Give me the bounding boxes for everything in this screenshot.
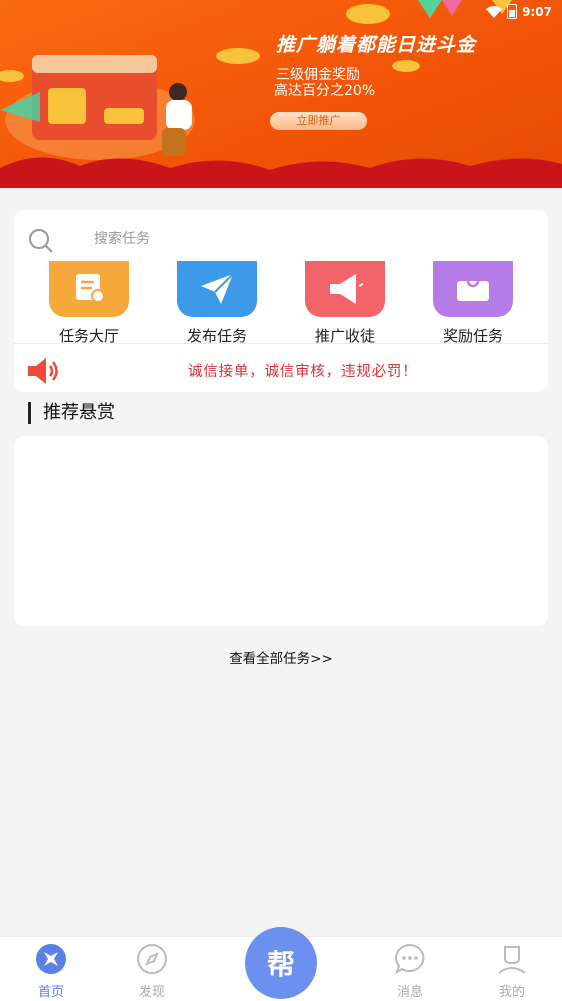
search-input[interactable]: 搜索任务 xyxy=(94,228,150,248)
status-time: 9:07 xyxy=(522,4,552,19)
wifi-icon xyxy=(486,5,503,18)
view-all-tasks-link[interactable]: 查看全部任务>> xyxy=(0,647,562,667)
chat-icon xyxy=(395,943,425,975)
nav-label: 发现 xyxy=(138,985,165,1000)
banner-subtitle-2: 高达百分之20% xyxy=(274,83,376,99)
category-task-hall[interactable]: 任务大厅 xyxy=(34,261,144,343)
speaker-icon xyxy=(28,358,58,384)
category-promote[interactable]: 推广收徒 xyxy=(290,261,400,343)
nav-item-discover[interactable]: 发现 xyxy=(120,943,184,1000)
home-icon xyxy=(36,944,66,974)
battery-icon xyxy=(507,4,518,19)
compass-icon xyxy=(137,944,167,974)
help-center-button[interactable]: 帮 xyxy=(245,927,317,999)
category-publish-task[interactable]: 发布任务 xyxy=(162,261,272,343)
nav-item-messages[interactable]: 消息 xyxy=(378,943,442,1000)
task-menu-card: 搜索任务 任务大厅 发布任务 推广收徒 奖励任务 诚信接单，诚信审核，违规必罚！ xyxy=(14,210,548,392)
section-title: 推荐悬赏 xyxy=(28,402,115,424)
category-reward-task[interactable]: 奖励任务 xyxy=(418,261,528,343)
category-label: 任务大厅 xyxy=(58,327,119,343)
category-label: 推广收徒 xyxy=(314,327,375,343)
document-icon xyxy=(49,261,129,317)
category-label: 发布任务 xyxy=(186,327,247,343)
gift-icon xyxy=(433,261,513,317)
nav-item-home[interactable]: 首页 xyxy=(19,943,83,1000)
category-label: 奖励任务 xyxy=(442,327,503,343)
nav-label: 消息 xyxy=(396,985,423,1000)
status-bar: 9:07 xyxy=(486,4,552,19)
promote-now-button[interactable]: 立即推广 xyxy=(270,112,367,130)
nav-label: 首页 xyxy=(37,985,64,1000)
nav-label: 我的 xyxy=(498,985,525,1000)
paper-plane-icon xyxy=(177,261,257,317)
notice-bar: 诚信接单，诚信审核，违规必罚！ xyxy=(14,343,548,393)
banner-wave xyxy=(0,157,562,188)
megaphone-icon xyxy=(305,261,385,317)
bottom-nav: 首页 发现 帮 消息 我的 xyxy=(0,927,562,1001)
banner-headline: 推广躺着都能日进斗金 xyxy=(276,34,477,56)
promo-banner[interactable]: 推广躺着都能日进斗金 三级佣金奖励 高达百分之20% 立即推广 9:07 xyxy=(0,0,562,188)
recommended-rewards-list xyxy=(14,436,548,626)
nav-item-profile[interactable]: 我的 xyxy=(480,943,544,1000)
notice-text: 诚信接单，诚信审核，违规必罚！ xyxy=(188,364,418,380)
search-icon[interactable] xyxy=(28,228,54,254)
category-row: 任务大厅 发布任务 推广收徒 奖励任务 xyxy=(14,261,548,343)
user-icon xyxy=(498,946,526,974)
